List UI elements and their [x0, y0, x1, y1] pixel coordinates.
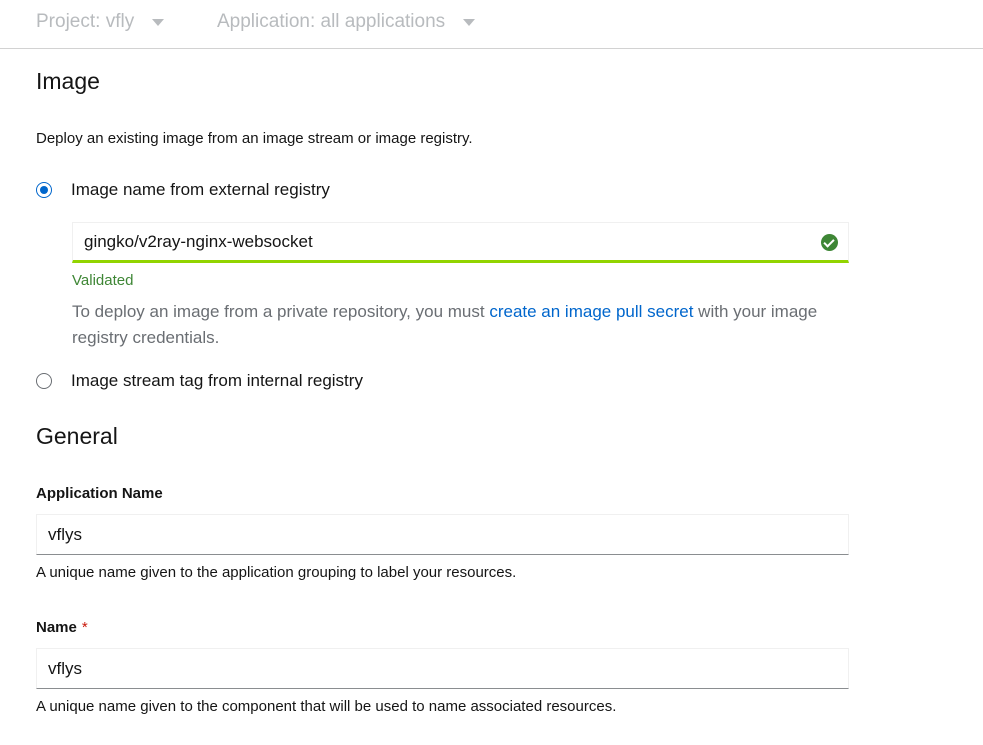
application-name-input[interactable]: vflys	[36, 514, 849, 555]
application-selector-label: Application: all applications	[217, 11, 446, 32]
radio-checked-icon[interactable]	[36, 182, 52, 198]
name-input[interactable]: vflys	[36, 648, 849, 689]
required-marker: *	[81, 619, 88, 636]
context-bar: Project: vfly Application: all applicati…	[0, 0, 983, 49]
radio-external-registry-label: Image name from external registry	[71, 180, 330, 199]
application-name-value: vflys	[48, 524, 82, 544]
caret-down-icon	[463, 19, 476, 26]
project-selector[interactable]: Project: vfly	[36, 9, 165, 35]
validated-status: Validated	[72, 272, 134, 289]
pull-secret-helper-text: To deploy an image from a private reposi…	[72, 299, 852, 351]
project-selector-label: Project: vfly	[36, 11, 135, 32]
radio-unchecked-icon[interactable]	[36, 373, 52, 389]
radio-internal-registry[interactable]: Image stream tag from internal registry	[36, 371, 363, 391]
name-label-text: Name	[36, 619, 77, 636]
image-name-input[interactable]: gingko/v2ray-nginx-websocket	[72, 222, 849, 263]
name-value: vflys	[48, 658, 82, 678]
application-name-help: A unique name given to the application g…	[36, 564, 517, 581]
radio-internal-registry-label: Image stream tag from internal registry	[71, 371, 363, 390]
helper-prefix: To deploy an image from a private reposi…	[72, 302, 490, 321]
radio-external-registry[interactable]: Image name from external registry	[36, 180, 330, 200]
create-pull-secret-link[interactable]: create an image pull secret	[489, 302, 693, 321]
image-section-title: Image	[36, 68, 100, 94]
application-name-label: Application Name	[36, 485, 163, 502]
name-help: A unique name given to the component tha…	[36, 698, 617, 715]
check-circle-icon	[821, 234, 838, 251]
name-label: Name *	[36, 619, 88, 636]
application-selector[interactable]: Application: all applications	[217, 9, 476, 35]
image-name-value: gingko/v2ray-nginx-websocket	[84, 231, 313, 251]
general-section-title: General	[36, 423, 118, 449]
image-section-description: Deploy an existing image from an image s…	[36, 130, 473, 147]
caret-down-icon	[152, 19, 165, 26]
